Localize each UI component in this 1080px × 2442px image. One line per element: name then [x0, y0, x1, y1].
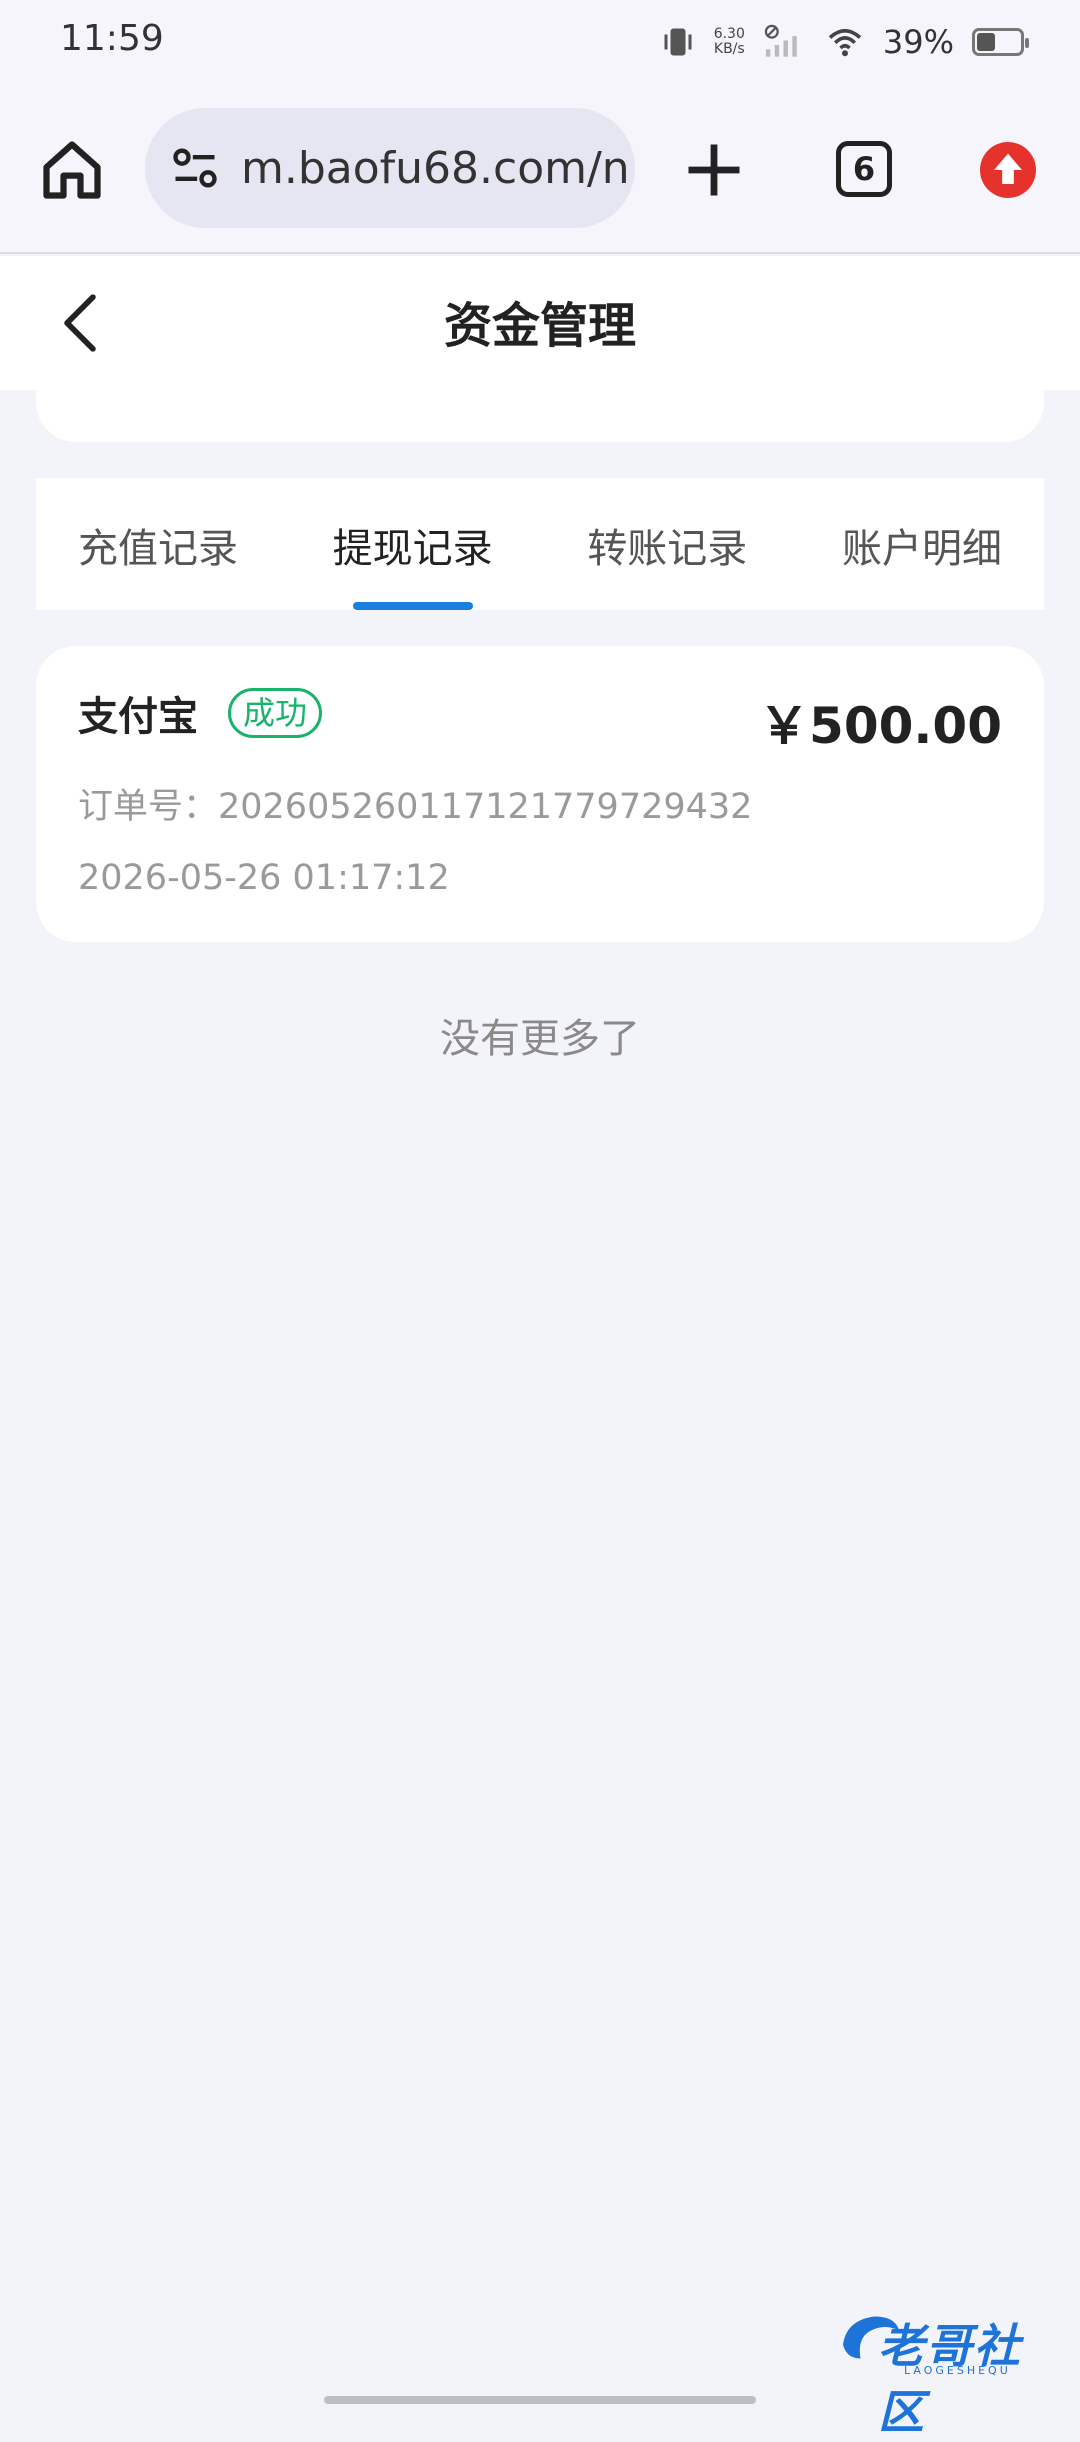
tab-switcher-button[interactable]: 6	[836, 141, 892, 197]
url-text[interactable]: m.baofu68.com/n	[241, 143, 630, 194]
active-tab-indicator	[352, 602, 473, 610]
home-indicator[interactable]	[324, 2396, 756, 2404]
tab-account-details[interactable]: 账户明细	[842, 478, 1002, 610]
browser-toolbar: m.baofu68.com/n 6	[0, 84, 1080, 254]
tab-transfer[interactable]: 转账记录	[587, 478, 747, 610]
home-icon[interactable]	[38, 136, 106, 204]
tab-withdraw[interactable]: 提现记录	[333, 478, 493, 610]
status-time: 11:59	[60, 18, 164, 59]
battery-fill	[977, 33, 995, 51]
record-time: 2026-05-26 01:17:12	[78, 858, 450, 898]
address-bar[interactable]: m.baofu68.com/n	[145, 108, 635, 228]
status-badge: 成功	[228, 688, 323, 738]
watermark-logo: 老哥社区 LAOGESHEQU	[836, 2306, 1066, 2439]
vibrate-icon	[664, 28, 692, 56]
payment-method: 支付宝	[78, 694, 198, 740]
battery-icon	[972, 28, 1029, 56]
list-end-text: 没有更多了	[440, 1016, 640, 1062]
watermark-subtext: LAOGESHEQU	[904, 2364, 1011, 2377]
order-number: 订单号：202605260117121779729432	[78, 787, 753, 827]
arrow-up-icon	[994, 153, 1022, 184]
status-bar: 11:59 6.30 KB/s 39%	[0, 0, 1080, 84]
wifi-icon	[828, 28, 862, 57]
record-tabs: 充值记录 提现记录 转账记录 账户明细	[36, 478, 1044, 610]
page-header: 资金管理	[0, 256, 1080, 390]
status-icons: 6.30 KB/s 39%	[660, 18, 1029, 66]
page-title: 资金管理	[443, 298, 636, 354]
net-speed: 6.30 KB/s	[713, 26, 745, 57]
tab-recharge[interactable]: 充值记录	[78, 478, 238, 610]
withdraw-record-card[interactable]: 支付宝 成功 ￥500.00 订单号：202605260117121779729…	[36, 646, 1044, 942]
new-tab-icon[interactable]	[680, 136, 748, 204]
signal-icon	[764, 24, 797, 57]
battery-percent: 39%	[882, 23, 954, 61]
update-button[interactable]	[980, 142, 1036, 198]
site-settings-icon[interactable]	[169, 142, 221, 194]
record-amount: ￥500.00	[759, 697, 1002, 755]
